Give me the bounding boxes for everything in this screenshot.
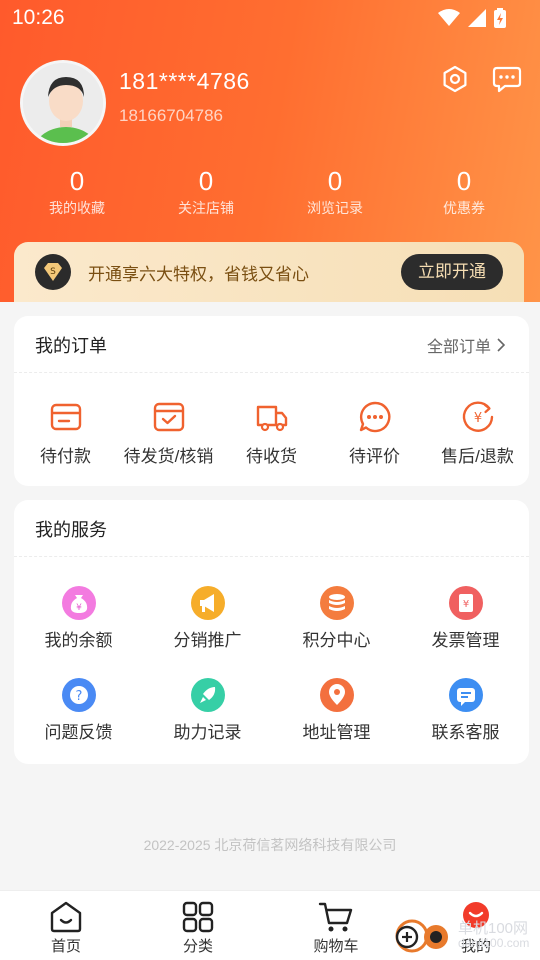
service-label: 助力记录 — [173, 723, 242, 742]
tab-cart[interactable]: 购物车 — [291, 901, 381, 956]
grid-icon — [182, 901, 214, 933]
user-phone: 18166704786 — [119, 106, 224, 125]
service-feedback[interactable]: ? 问题反馈 — [14, 678, 143, 743]
vip-banner[interactable]: S 开通享六大特权，省钱又省心 立即开通 — [14, 242, 524, 302]
coins-icon — [319, 586, 354, 620]
orders-title: 我的订单 — [35, 336, 107, 356]
message-icon[interactable] — [492, 64, 522, 94]
services-title: 我的服务 — [35, 520, 107, 540]
order-pending-review[interactable]: 待评价 — [323, 400, 426, 467]
stat-followed-stores[interactable]: 0 关注店铺 — [146, 166, 266, 218]
tab-home[interactable]: 首页 — [21, 901, 111, 956]
stat-number: 0 — [198, 166, 214, 196]
avatar-person-icon — [23, 63, 103, 143]
status-bar: 10:26 — [0, 0, 540, 36]
avatar[interactable] — [20, 60, 106, 146]
status-time: 10:26 — [12, 6, 65, 29]
order-label: 待收货 — [246, 447, 297, 466]
orders-divider — [14, 372, 529, 373]
services-card: 我的服务 ¥ 我的余额 分销推广 积分中心 ¥ 发票管理 ? 问题反馈 助力记录… — [14, 500, 529, 764]
service-distribution[interactable]: 分销推广 — [143, 586, 272, 651]
stat-favorites[interactable]: 0 我的收藏 — [17, 166, 137, 218]
user-nickname[interactable]: 181****4786 — [119, 68, 250, 95]
location-icon — [319, 678, 354, 712]
order-pending-shipment[interactable]: 待发货/核销 — [117, 400, 220, 467]
site-watermark: 单机100网 danji100.com — [392, 916, 529, 956]
orders-card: 我的订单 全部订单 待付款 待发货/核销 待收货 待评价 ¥ 售后/退款 — [14, 316, 529, 486]
all-orders-link[interactable]: 全部订单 — [427, 333, 505, 357]
service-invoice[interactable]: ¥ 发票管理 — [401, 586, 530, 651]
service-label: 地址管理 — [302, 723, 371, 742]
wallet-icon — [50, 403, 81, 431]
wifi-icon — [438, 9, 460, 26]
megaphone-icon — [190, 586, 225, 620]
vip-diamond-icon: S — [35, 254, 71, 290]
copyright-text: 2022-2025 北京荷信茗网络科技有限公司 — [143, 837, 397, 853]
order-label: 售后/退款 — [441, 447, 514, 466]
chat-dots-icon — [359, 401, 390, 433]
signal-icon — [468, 9, 486, 27]
order-label: 待发货/核销 — [123, 447, 214, 466]
vip-promo-text: 开通享六大特权，省钱又省心 — [88, 265, 309, 284]
order-label: 待付款 — [40, 447, 91, 466]
service-label: 联系客服 — [431, 723, 500, 742]
service-label: 发票管理 — [431, 631, 500, 650]
service-label: 分销推广 — [173, 631, 242, 650]
service-label: 积分中心 — [302, 631, 371, 650]
home-icon — [50, 901, 82, 933]
tab-label: 首页 — [50, 938, 81, 955]
money-bag-icon: ¥ — [61, 586, 96, 620]
box-check-icon — [153, 402, 184, 432]
stat-number: 0 — [327, 166, 343, 196]
svg-text:¥: ¥ — [473, 411, 481, 426]
service-balance[interactable]: ¥ 我的余额 — [14, 586, 143, 651]
chevron-right-icon — [497, 338, 505, 352]
tab-label: 购物车 — [313, 938, 359, 955]
order-pending-receipt[interactable]: 待收货 — [220, 400, 323, 467]
question-icon: ? — [61, 678, 96, 712]
stat-label: 我的收藏 — [49, 200, 105, 216]
cart-icon — [318, 902, 353, 932]
vip-open-button[interactable]: 立即开通 — [401, 254, 503, 290]
stat-label: 浏览记录 — [307, 200, 363, 216]
invoice-icon: ¥ — [448, 586, 483, 620]
watermark-logo-icon — [395, 919, 448, 953]
service-chat-icon — [448, 678, 483, 712]
tab-category[interactable]: 分类 — [153, 901, 243, 956]
svg-text:¥: ¥ — [462, 599, 468, 610]
tab-label: 分类 — [182, 938, 213, 955]
service-points[interactable]: 积分中心 — [272, 586, 401, 651]
order-label: 待评价 — [349, 447, 400, 466]
watermark-line2: danji100.com — [458, 936, 530, 950]
stat-label: 关注店铺 — [178, 200, 234, 216]
stat-browse-history[interactable]: 0 浏览记录 — [275, 166, 395, 218]
svg-text:?: ? — [75, 689, 82, 704]
stat-coupons[interactable]: 0 优惠券 — [404, 166, 524, 218]
vip-badge-letter: S — [50, 267, 56, 277]
rocket-icon — [190, 678, 225, 712]
service-address[interactable]: 地址管理 — [272, 678, 401, 743]
stat-label: 优惠券 — [443, 200, 485, 216]
battery-icon — [494, 8, 506, 28]
system-icons — [438, 8, 506, 28]
stat-number: 0 — [456, 166, 472, 196]
order-after-sales[interactable]: ¥ 售后/退款 — [426, 400, 529, 467]
all-orders-label: 全部订单 — [426, 339, 491, 356]
truck-icon — [256, 405, 287, 432]
refund-icon: ¥ — [462, 401, 493, 432]
order-pending-payment[interactable]: 待付款 — [14, 400, 117, 467]
svg-text:¥: ¥ — [76, 603, 82, 613]
services-divider — [14, 556, 529, 557]
service-boost-records[interactable]: 助力记录 — [143, 678, 272, 743]
watermark-line1: 单机100网 — [458, 920, 529, 937]
service-label: 我的余额 — [44, 631, 113, 650]
stat-number: 0 — [69, 166, 85, 196]
stats-row: 0 我的收藏 0 关注店铺 0 浏览记录 0 优惠券 — [0, 166, 540, 222]
service-label: 问题反馈 — [44, 723, 113, 742]
watermark-text: 单机100网 danji100.com — [458, 921, 529, 951]
settings-icon[interactable] — [440, 64, 470, 94]
profile-header: 10:26 181****4786 18166704786 0 我的收藏 0 关… — [0, 0, 540, 302]
service-customer-support[interactable]: 联系客服 — [401, 678, 530, 743]
